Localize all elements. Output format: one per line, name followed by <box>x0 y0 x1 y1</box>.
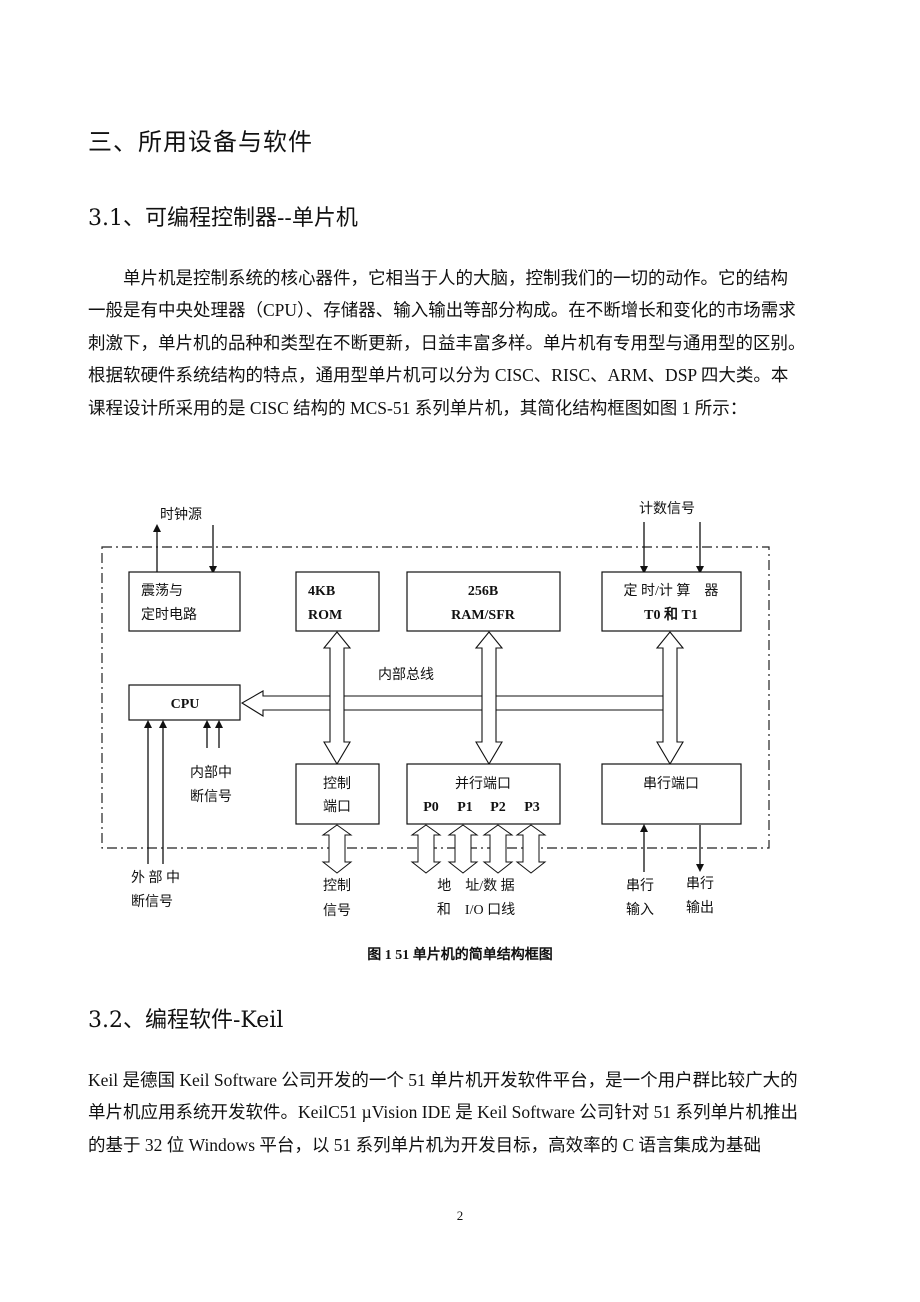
paragraph-line: 根据软硬件系统结构的特点，通用型单片机可以分为 CISC、RISC、ARM、DS… <box>88 365 789 386</box>
paragraph-line: 刺激下，单片机的品种和类型在不断更新，日益丰富多样。单片机有专用型与通用型的区别… <box>88 332 806 353</box>
section-title: 三、所用设备与软件 <box>88 128 313 156</box>
subsection-title-mcu: 3.1、可编程控制器--单片机 <box>88 206 358 231</box>
paragraph-line: 课程设计所采用的是 CISC 结构的 MCS-51 系列单片机，其简化结构框图如… <box>88 397 748 418</box>
serial-output-label-1: 串行 <box>686 876 714 892</box>
subsection-title-keil: 3.2、编程软件-Keil <box>88 1008 284 1033</box>
cpu-label: CPU <box>171 697 200 712</box>
port-p2: P2 <box>490 800 506 815</box>
timer-label-1: 定 时/计 算 器 <box>624 583 719 599</box>
address-data-label-1: 地 址/数 据 <box>437 878 514 894</box>
mcu-paragraph: 单片机是控制系统的核心器件，它相当于人的大脑，控制我们的一切的动作。它的结构 一… <box>88 262 834 424</box>
paragraph-line: 一般是有中央处理器（CPU）、存储器、输入输出等部分构成。在不断增长和变化的市场… <box>88 300 796 321</box>
external-interrupt-label-2: 断信号 <box>131 894 173 910</box>
address-data-label-2: 和 I/O 口线 <box>437 902 515 918</box>
ram-label-2: RAM/SFR <box>451 608 516 623</box>
serial-port-block <box>601 763 742 825</box>
internal-bus-label: 内部总线 <box>378 667 434 683</box>
paragraph-line: 单片机应用系统开发软件。KeilC51 µVision IDE 是 Keil S… <box>88 1102 798 1123</box>
paragraph-line: 单片机是控制系统的核心器件，它相当于人的大脑，控制我们的一切的动作。它的结构 <box>123 268 788 288</box>
control-signal-arrow <box>321 824 353 874</box>
serial-output-label-2: 输出 <box>686 900 714 916</box>
control-signal-label-2: 信号 <box>323 903 351 919</box>
clock-source-label: 时钟源 <box>160 506 202 523</box>
serial-input-label-1: 串行 <box>626 878 654 894</box>
rom-label-1: 4KB <box>308 584 335 599</box>
serial-port-label: 串行端口 <box>643 776 699 792</box>
timer-label-2: T0 和 T1 <box>644 607 698 623</box>
internal-bus-arrow <box>240 690 663 717</box>
internal-interrupt-label-2: 断信号 <box>190 789 232 805</box>
control-port-block <box>295 763 380 825</box>
paragraph-line: 的基于 32 位 Windows 平台，以 51 系列单片机为开发目标，高效率的… <box>88 1134 762 1155</box>
figure-caption: 图 1 51 单片机的简单结构框图 <box>367 948 553 963</box>
ram-label-1: 256B <box>468 584 498 599</box>
p0-arrow <box>410 824 442 874</box>
control-port-label-1: 控制 <box>323 776 351 792</box>
internal-interrupt-label-1: 内部中 <box>190 765 232 781</box>
port-p0: P0 <box>423 800 439 815</box>
parallel-port-label: 并行端口 <box>455 776 511 792</box>
port-p1: P1 <box>457 800 473 815</box>
p1-arrow <box>447 824 479 874</box>
oscillator-label-2: 定时电路 <box>141 607 197 623</box>
serial-input-label-2: 输入 <box>626 902 654 918</box>
oscillator-label-1: 震荡与 <box>141 583 183 599</box>
p2-arrow <box>482 824 514 874</box>
mcu-block-diagram: 时钟源 计数信号 震荡与 定时电路 4KB ROM 256B RAM/SFR 定… <box>101 501 770 919</box>
parallel-port-block <box>406 763 561 825</box>
count-signal-label: 计数信号 <box>639 501 695 517</box>
control-port-label-2: 端口 <box>323 799 351 815</box>
control-signal-label-1: 控制 <box>323 878 351 894</box>
page-number: 2 <box>456 1208 464 1223</box>
external-interrupt-label-1: 外 部 中 <box>131 870 180 886</box>
paragraph-line: Keil 是德国 Keil Software 公司开发的一个 51 单片机开发软… <box>88 1070 798 1090</box>
rom-label-2: ROM <box>308 608 342 623</box>
keil-paragraph: Keil 是德国 Keil Software 公司开发的一个 51 单片机开发软… <box>88 1064 834 1161</box>
port-p3: P3 <box>524 800 540 815</box>
p3-arrow <box>515 824 547 874</box>
